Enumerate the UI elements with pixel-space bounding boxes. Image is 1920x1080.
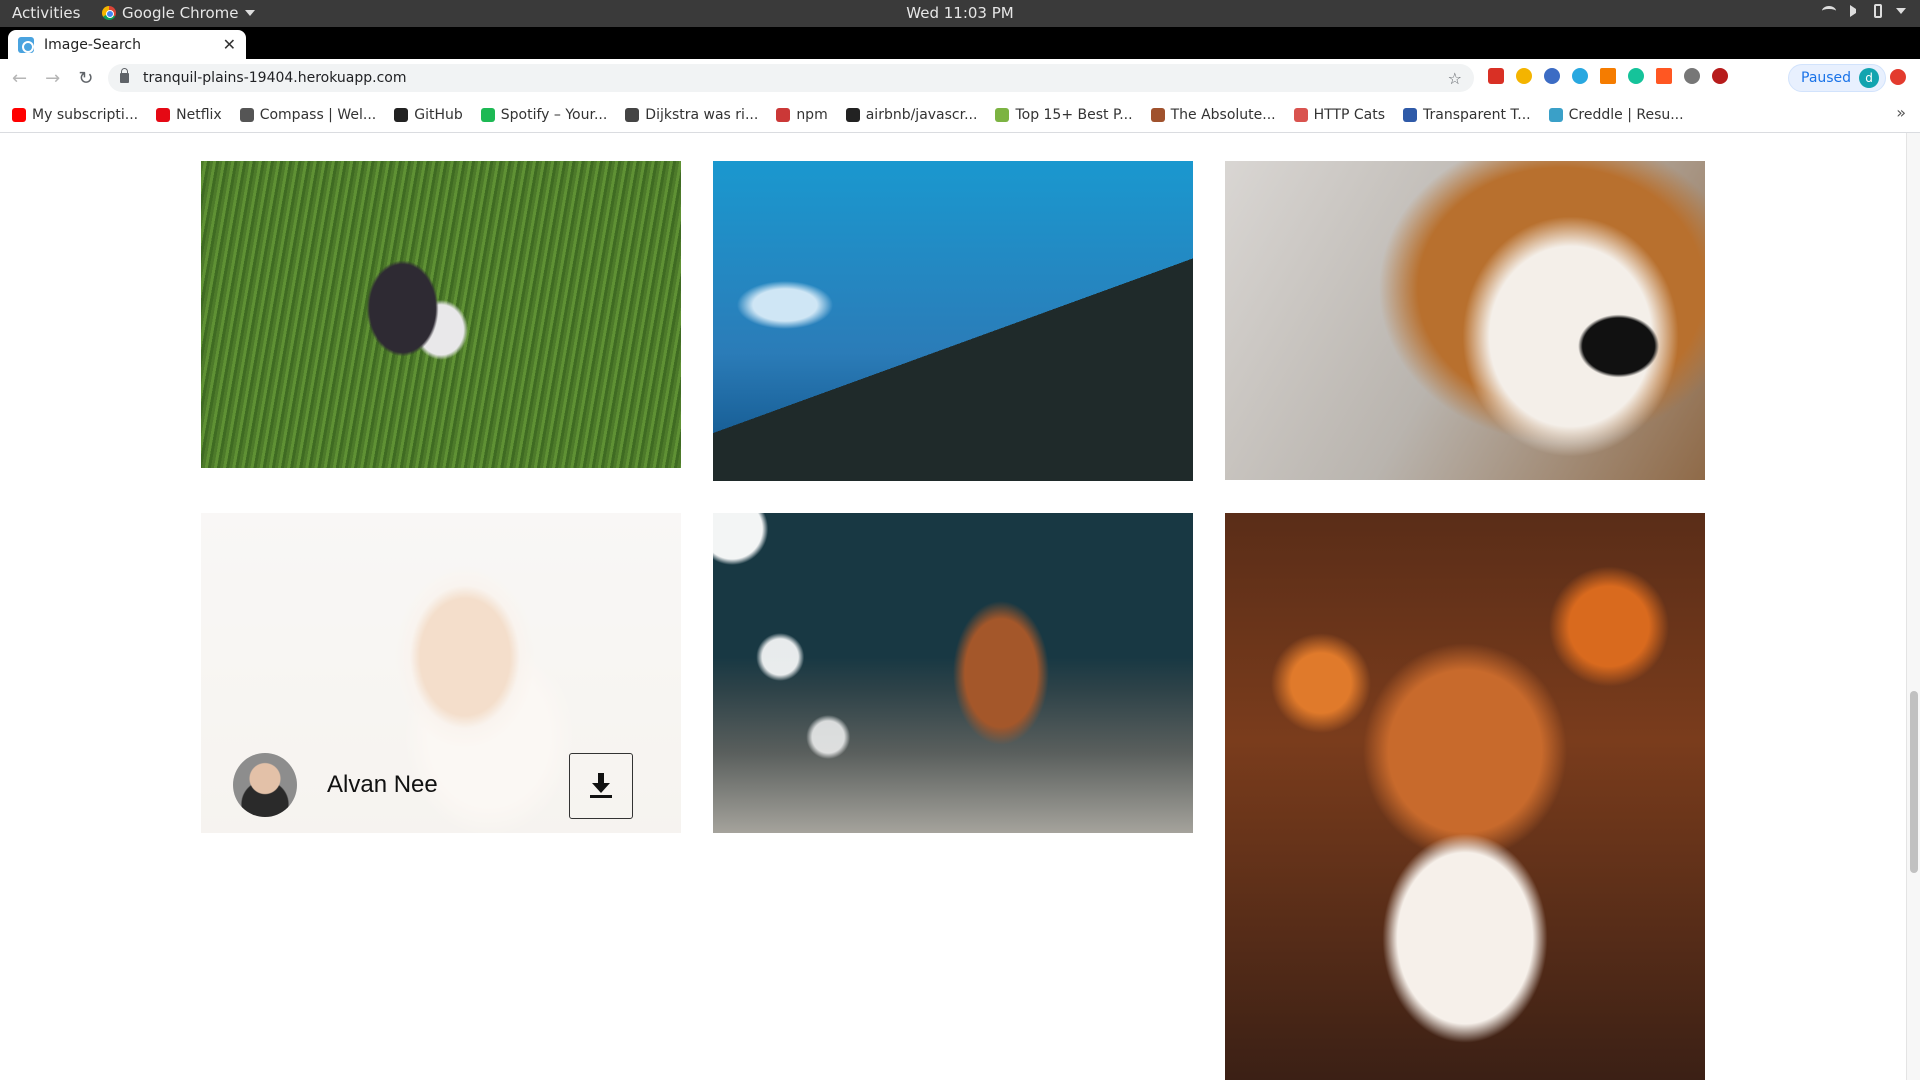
extensions-area [1488,68,1728,84]
extension-icon[interactable] [1600,68,1616,84]
image-gallery: Alvan Nee [0,133,1920,1080]
bookmark-favicon-icon [239,107,254,122]
bookmark-favicon-icon [625,107,640,122]
bookmark-item[interactable]: npm [776,106,828,123]
bookmark-label: GitHub [414,106,463,123]
bookmarks-bar: My subscripti... Netflix Compass | Wel... G… [0,97,1920,133]
bookmark-item[interactable]: The Absolute... [1150,106,1276,123]
bookmark-label: airbnb/javascr... [865,106,978,123]
bookmark-item[interactable]: Creddle | Resu... [1548,106,1684,123]
profile-button[interactable]: Paused d [1788,64,1887,92]
bookmark-label: The Absolute... [1170,106,1276,123]
bookmark-item[interactable]: My subscripti... [12,107,138,123]
grammarly-icon[interactable] [1628,68,1644,84]
reload-icon[interactable]: ↻ [78,68,93,89]
bookmark-label: My subscripti... [32,106,139,123]
author-name: Alvan Nee [327,771,438,798]
page-scrollbar[interactable] [1906,133,1920,1080]
volume-icon [1850,5,1860,17]
scrollbar-thumb[interactable] [1910,691,1918,873]
tab-strip: Image-Search ✕ + – ❐ ✕ [0,27,1920,81]
bookmark-favicon-icon [480,107,495,122]
bookmark-favicon-icon [1150,107,1165,122]
bookmark-label: Dijkstra was ri... [645,106,759,123]
bookmark-label: Spotify – Your... [500,106,608,123]
bookmark-label: HTTP Cats [1313,106,1386,123]
bookmark-label: npm [796,106,828,123]
url-text[interactable]: tranquil-plains-19404.herokuapp.com [143,70,407,86]
profile-status: Paused [1801,70,1852,86]
site-favicon-icon [18,36,34,53]
bookmark-label: Transparent T... [1423,106,1531,123]
bookmark-label: Netflix [176,106,222,123]
image-card-hovered[interactable]: Alvan Nee [201,513,681,833]
back-arrow-icon[interactable]: ← [12,68,27,89]
image-card[interactable] [1225,513,1705,1080]
ublock-icon[interactable] [1712,68,1728,84]
bookmark-favicon-icon [1293,107,1308,122]
bookmark-star-icon[interactable]: ☆ [1448,69,1462,88]
extension-icon[interactable] [1684,68,1700,84]
bookmark-favicon-icon [776,107,791,122]
download-button[interactable] [569,753,633,819]
lock-icon[interactable] [120,68,129,83]
bookmark-item[interactable]: GitHub [394,107,463,123]
extension-icon[interactable] [1516,68,1532,84]
bookmark-label: Top 15+ Best P... [1015,106,1133,123]
download-icon-base [590,795,612,798]
close-icon[interactable]: ✕ [223,35,236,54]
wifi-icon [1822,6,1836,16]
update-menu-icon[interactable] [1890,69,1906,85]
bookmark-item[interactable]: airbnb/javascr... [845,106,978,123]
system-tray[interactable] [1822,4,1906,18]
battery-icon [1874,4,1882,18]
bookmark-favicon-icon [394,107,409,122]
image-card[interactable] [713,513,1193,833]
tab-title: Image-Search [44,36,141,53]
image-card[interactable] [201,161,681,468]
system-top-bar: Activities Google Chrome Wed 11:03 PM [0,0,1920,27]
bookmark-favicon-icon [12,107,26,122]
address-bar[interactable]: tranquil-plains-19404.herokuapp.com ☆ [108,64,1474,92]
navigation-buttons: ← → ↻ [12,68,112,89]
image-card[interactable] [1225,161,1705,480]
tab-image-search[interactable]: Image-Search ✕ [8,30,246,59]
bookmark-item[interactable]: Compass | Wel... [239,106,377,123]
chevron-down-icon [1896,8,1906,14]
bookmark-favicon-icon [156,107,171,122]
author-avatar [233,753,297,817]
bookmark-favicon-icon [1403,107,1418,122]
bookmark-label: Creddle | Resu... [1568,106,1684,123]
profile-avatar: d [1859,68,1880,88]
more-bookmarks-icon[interactable]: » [1896,103,1906,122]
react-devtools-icon[interactable] [1572,68,1588,84]
bookmark-favicon-icon [1548,107,1563,122]
extension-icon[interactable] [1544,68,1560,84]
forward-arrow-icon[interactable]: → [45,68,60,89]
bookmark-item[interactable]: Dijkstra was ri... [625,107,758,123]
bookmark-item[interactable]: Spotify – Your... [480,106,608,123]
system-clock[interactable]: Wed 11:03 PM [0,4,1920,22]
bookmark-label: Compass | Wel... [259,106,377,123]
bookmark-item[interactable]: Transparent T... [1403,107,1531,123]
bookmark-item[interactable]: Netflix [156,107,222,123]
bookmark-item[interactable]: HTTP Cats [1293,106,1386,123]
image-card[interactable] [713,161,1193,481]
bookmark-favicon-icon [995,107,1010,122]
extension-icon[interactable] [1656,68,1672,84]
bookmark-item[interactable]: Top 15+ Best P... [995,106,1133,123]
bookmark-favicon-icon [845,107,860,122]
adblock-extension-icon[interactable] [1488,68,1504,84]
author-info: Alvan Nee [233,753,438,817]
